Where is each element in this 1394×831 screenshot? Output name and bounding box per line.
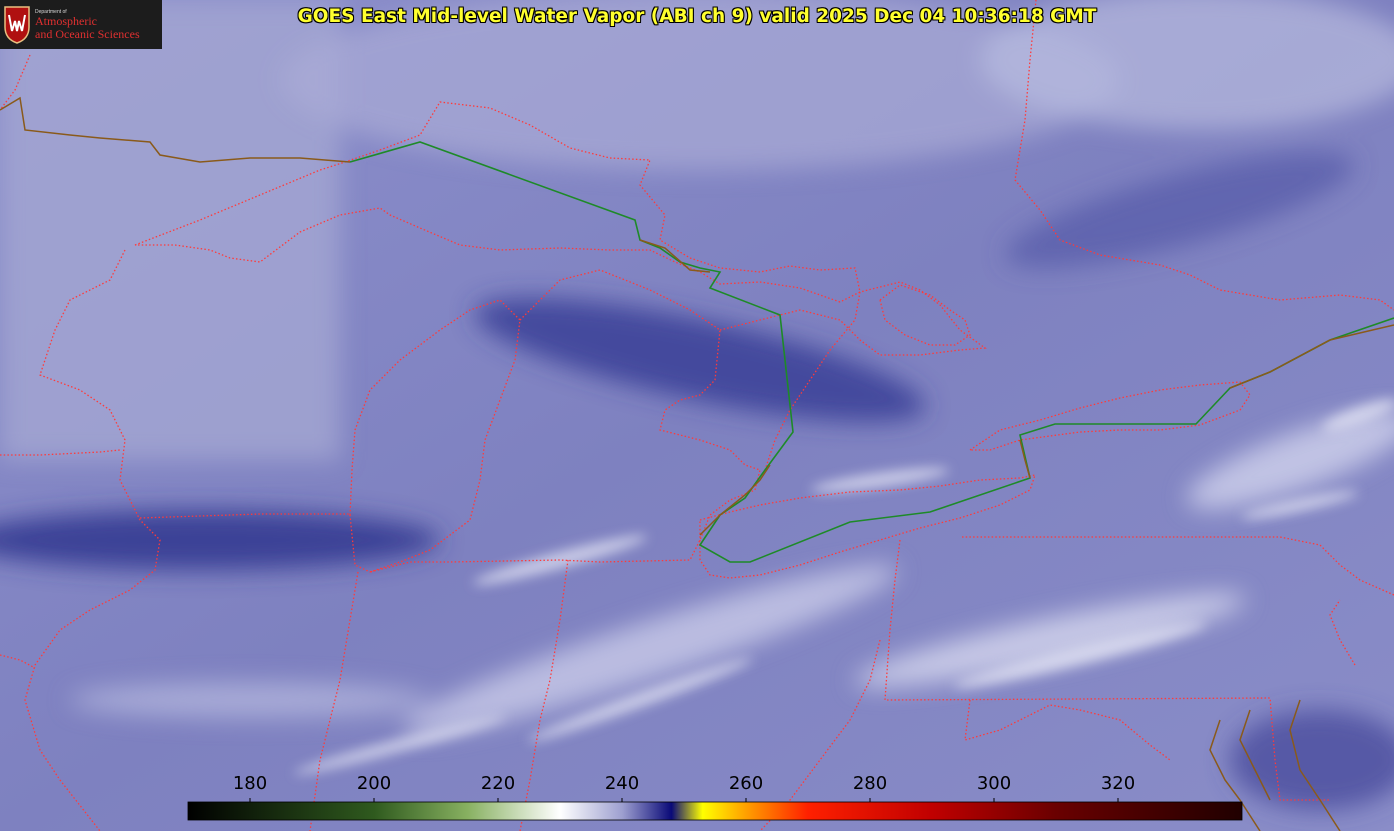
colorbar-tick-label: 200 <box>357 773 391 794</box>
logo-line-2: and Oceanic Sciences <box>35 27 140 41</box>
colorbar-tick-label: 220 <box>481 773 515 794</box>
colorbar-strip <box>187 801 1243 821</box>
colorbar-tick-label: 300 <box>977 773 1011 794</box>
colorbar-tick-label: 280 <box>853 773 887 794</box>
water-vapor-map: 180 200 220 240 260 280 300 320 <box>0 0 1394 831</box>
page-title: GOES East Mid-level Water Vapor (ABI ch … <box>297 6 1097 27</box>
colorbar-tick-label: 320 <box>1101 773 1135 794</box>
colorbar-tick-label: 240 <box>605 773 639 794</box>
colorbar-tick-label: 260 <box>729 773 763 794</box>
colorbar-tick-label: 180 <box>233 773 267 794</box>
